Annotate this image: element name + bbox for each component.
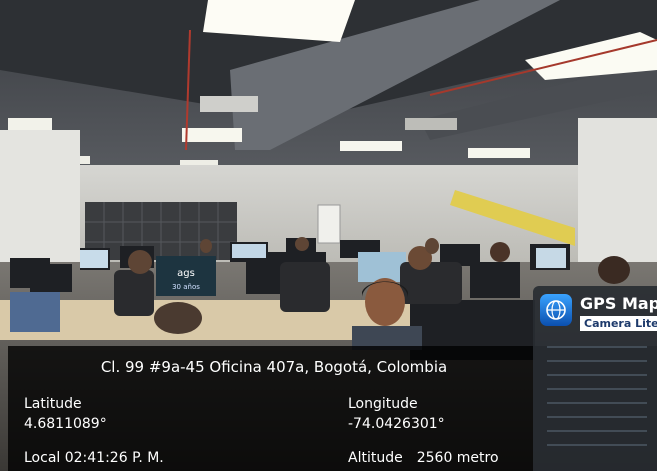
blue-box [10,292,60,332]
ceiling-light [468,148,530,158]
longitude-value: -74.0426301° [348,416,445,432]
right-pillar [578,118,657,268]
latitude-value: 4.6811089° [24,416,107,432]
altitude-label: Altitude [348,450,403,466]
lit-monitor [232,244,266,258]
gps-badge-subtitle: Camera Lite [580,316,657,331]
ceiling-light [8,118,52,132]
longitude-label: Longitude [348,396,418,412]
monitor-brand: ags [177,268,195,279]
lit-monitor [358,252,406,282]
ceiling-light [182,128,242,142]
altitude-row: Altitude 2560 metro [348,450,499,466]
address-text: Cl. 99 #9a-45 Oficina 407a, Bogotá, Colo… [100,358,448,376]
monitor-subtext: 30 años [172,283,200,291]
lit-monitor [80,250,108,268]
globe-icon [540,294,572,326]
altitude-value: 2560 metro [416,450,499,466]
lit-monitor [536,248,566,268]
ceiling-light [340,141,402,151]
gps-app-badge: GPS Map Camera Lite [533,286,657,471]
door [317,204,341,244]
left-wall [0,130,80,280]
local-time: Local 02:41:26 P. M. [24,450,164,466]
air-vent [405,118,457,130]
air-vent [200,96,258,112]
latitude-label: Latitude [24,396,82,412]
badge-decoration [547,346,647,458]
gps-badge-title: GPS Map [580,294,657,313]
